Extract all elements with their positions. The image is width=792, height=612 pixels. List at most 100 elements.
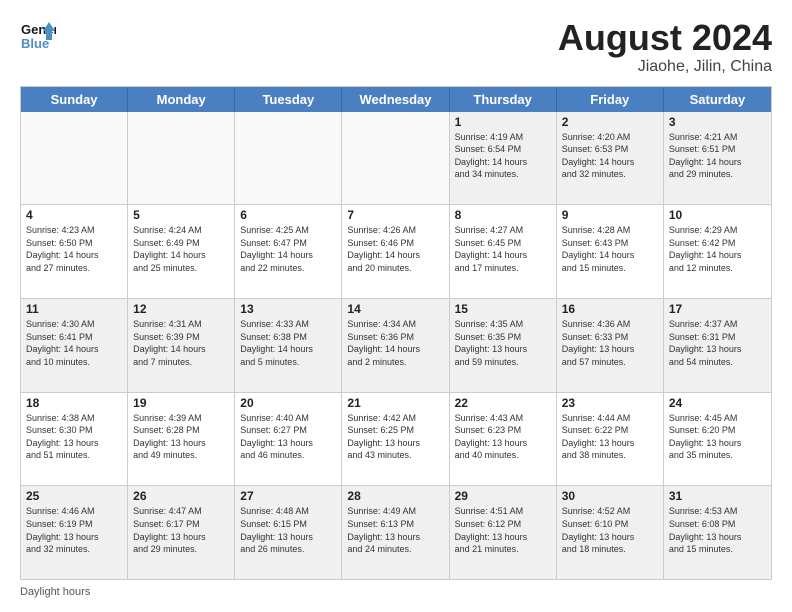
day-info: Sunrise: 4:35 AM Sunset: 6:35 PM Dayligh… xyxy=(455,318,551,368)
calendar-cell: 19 Sunrise: 4:39 AM Sunset: 6:28 PM Dayli… xyxy=(128,393,235,486)
day-info: Sunrise: 4:23 AM Sunset: 6:50 PM Dayligh… xyxy=(26,224,122,274)
calendar-cell xyxy=(128,112,235,205)
calendar-cell: 24 Sunrise: 4:45 AM Sunset: 6:20 PM Dayli… xyxy=(664,393,771,486)
day-number: 9 xyxy=(562,208,658,222)
day-info: Sunrise: 4:44 AM Sunset: 6:22 PM Dayligh… xyxy=(562,412,658,462)
day-number: 19 xyxy=(133,396,229,410)
cal-header-day: Saturday xyxy=(664,87,771,112)
daylight-label: Daylight hours xyxy=(20,586,90,598)
header: General Blue August 2024 Jiaohe, Jilin, … xyxy=(20,18,772,76)
calendar-cell: 6 Sunrise: 4:25 AM Sunset: 6:47 PM Daylig… xyxy=(235,205,342,298)
calendar-cell: 4 Sunrise: 4:23 AM Sunset: 6:50 PM Daylig… xyxy=(21,205,128,298)
day-number: 29 xyxy=(455,489,551,503)
day-number: 4 xyxy=(26,208,122,222)
day-number: 1 xyxy=(455,115,551,129)
day-number: 7 xyxy=(347,208,443,222)
day-info: Sunrise: 4:37 AM Sunset: 6:31 PM Dayligh… xyxy=(669,318,766,368)
calendar-cell: 27 Sunrise: 4:48 AM Sunset: 6:15 PM Dayli… xyxy=(235,486,342,579)
day-info: Sunrise: 4:19 AM Sunset: 6:54 PM Dayligh… xyxy=(455,131,551,181)
day-number: 22 xyxy=(455,396,551,410)
cal-header-day: Monday xyxy=(128,87,235,112)
day-number: 26 xyxy=(133,489,229,503)
day-number: 17 xyxy=(669,302,766,316)
calendar-cell: 17 Sunrise: 4:37 AM Sunset: 6:31 PM Dayli… xyxy=(664,299,771,392)
calendar-cell xyxy=(21,112,128,205)
calendar-cell: 30 Sunrise: 4:52 AM Sunset: 6:10 PM Dayli… xyxy=(557,486,664,579)
calendar-cell: 28Sunrise: 4:49 AM Sunset: 6:13 PM Dayli… xyxy=(342,486,449,579)
day-info: Sunrise: 4:31 AM Sunset: 6:39 PM Dayligh… xyxy=(133,318,229,368)
day-info: Sunrise: 4:47 AM Sunset: 6:17 PM Dayligh… xyxy=(133,505,229,555)
calendar-cell: 23 Sunrise: 4:44 AM Sunset: 6:22 PM Dayli… xyxy=(557,393,664,486)
calendar-cell: 5Sunrise: 4:24 AM Sunset: 6:49 PM Daylig… xyxy=(128,205,235,298)
logo: General Blue xyxy=(20,18,56,54)
day-number: 23 xyxy=(562,396,658,410)
logo-svg: General Blue xyxy=(20,18,56,54)
day-info: Sunrise: 4:27 AM Sunset: 6:45 PM Dayligh… xyxy=(455,224,551,274)
day-info: Sunrise: 4:48 AM Sunset: 6:15 PM Dayligh… xyxy=(240,505,336,555)
day-info: Sunrise: 4:38 AM Sunset: 6:30 PM Dayligh… xyxy=(26,412,122,462)
day-info: Sunrise: 4:33 AM Sunset: 6:38 PM Dayligh… xyxy=(240,318,336,368)
calendar-cell: 11 Sunrise: 4:30 AM Sunset: 6:41 PM Dayli… xyxy=(21,299,128,392)
cal-header-day: Thursday xyxy=(450,87,557,112)
calendar-cell: 16Sunrise: 4:36 AM Sunset: 6:33 PM Dayli… xyxy=(557,299,664,392)
day-info: Sunrise: 4:53 AM Sunset: 6:08 PM Dayligh… xyxy=(669,505,766,555)
page: General Blue August 2024 Jiaohe, Jilin, … xyxy=(0,0,792,612)
day-number: 21 xyxy=(347,396,443,410)
calendar-cell: 10Sunrise: 4:29 AM Sunset: 6:42 PM Dayli… xyxy=(664,205,771,298)
calendar-cell: 18 Sunrise: 4:38 AM Sunset: 6:30 PM Dayli… xyxy=(21,393,128,486)
calendar-cell: 13 Sunrise: 4:33 AM Sunset: 6:38 PM Dayli… xyxy=(235,299,342,392)
day-number: 6 xyxy=(240,208,336,222)
calendar-row: 11 Sunrise: 4:30 AM Sunset: 6:41 PM Dayli… xyxy=(21,298,771,392)
calendar-cell: 8 Sunrise: 4:27 AM Sunset: 6:45 PM Daylig… xyxy=(450,205,557,298)
day-number: 2 xyxy=(562,115,658,129)
day-info: Sunrise: 4:21 AM Sunset: 6:51 PM Dayligh… xyxy=(669,131,766,181)
day-info: Sunrise: 4:43 AM Sunset: 6:23 PM Dayligh… xyxy=(455,412,551,462)
day-info: Sunrise: 4:39 AM Sunset: 6:28 PM Dayligh… xyxy=(133,412,229,462)
day-info: Sunrise: 4:20 AM Sunset: 6:53 PM Dayligh… xyxy=(562,131,658,181)
svg-text:Blue: Blue xyxy=(21,36,49,51)
calendar-cell: 1 Sunrise: 4:19 AM Sunset: 6:54 PM Daylig… xyxy=(450,112,557,205)
calendar-cell: 15 Sunrise: 4:35 AM Sunset: 6:35 PM Dayli… xyxy=(450,299,557,392)
calendar-cell: 7 Sunrise: 4:26 AM Sunset: 6:46 PM Daylig… xyxy=(342,205,449,298)
day-number: 10 xyxy=(669,208,766,222)
day-info: Sunrise: 4:52 AM Sunset: 6:10 PM Dayligh… xyxy=(562,505,658,555)
calendar-cell: 2 Sunrise: 4:20 AM Sunset: 6:53 PM Daylig… xyxy=(557,112,664,205)
day-info: Sunrise: 4:28 AM Sunset: 6:43 PM Dayligh… xyxy=(562,224,658,274)
day-number: 12 xyxy=(133,302,229,316)
day-info: Sunrise: 4:30 AM Sunset: 6:41 PM Dayligh… xyxy=(26,318,122,368)
day-info: Sunrise: 4:45 AM Sunset: 6:20 PM Dayligh… xyxy=(669,412,766,462)
day-info: Sunrise: 4:46 AM Sunset: 6:19 PM Dayligh… xyxy=(26,505,122,555)
day-number: 18 xyxy=(26,396,122,410)
cal-header-day: Wednesday xyxy=(342,87,449,112)
calendar-cell: 3 Sunrise: 4:21 AM Sunset: 6:51 PM Daylig… xyxy=(664,112,771,205)
day-info: Sunrise: 4:25 AM Sunset: 6:47 PM Dayligh… xyxy=(240,224,336,274)
calendar-cell: 9 Sunrise: 4:28 AM Sunset: 6:43 PM Daylig… xyxy=(557,205,664,298)
day-info: Sunrise: 4:24 AM Sunset: 6:49 PM Dayligh… xyxy=(133,224,229,274)
day-number: 25 xyxy=(26,489,122,503)
day-number: 27 xyxy=(240,489,336,503)
calendar-cell: 14 Sunrise: 4:34 AM Sunset: 6:36 PM Dayli… xyxy=(342,299,449,392)
day-info: Sunrise: 4:34 AM Sunset: 6:36 PM Dayligh… xyxy=(347,318,443,368)
calendar-cell: 12 Sunrise: 4:31 AM Sunset: 6:39 PM Dayli… xyxy=(128,299,235,392)
calendar-cell: 26 Sunrise: 4:47 AM Sunset: 6:17 PM Dayli… xyxy=(128,486,235,579)
day-info: Sunrise: 4:51 AM Sunset: 6:12 PM Dayligh… xyxy=(455,505,551,555)
calendar-cell: 31Sunrise: 4:53 AM Sunset: 6:08 PM Dayli… xyxy=(664,486,771,579)
day-number: 3 xyxy=(669,115,766,129)
calendar-cell xyxy=(235,112,342,205)
calendar-row: 4 Sunrise: 4:23 AM Sunset: 6:50 PM Daylig… xyxy=(21,204,771,298)
calendar-header: SundayMondayTuesdayWednesdayThursdayFrid… xyxy=(21,87,771,112)
day-number: 8 xyxy=(455,208,551,222)
day-info: Sunrise: 4:40 AM Sunset: 6:27 PM Dayligh… xyxy=(240,412,336,462)
day-info: Sunrise: 4:26 AM Sunset: 6:46 PM Dayligh… xyxy=(347,224,443,274)
day-number: 11 xyxy=(26,302,122,316)
calendar-cell: 25 Sunrise: 4:46 AM Sunset: 6:19 PM Dayli… xyxy=(21,486,128,579)
calendar-cell xyxy=(342,112,449,205)
day-info: Sunrise: 4:49 AM Sunset: 6:13 PM Dayligh… xyxy=(347,505,443,555)
title-block: August 2024 Jiaohe, Jilin, China xyxy=(558,18,772,76)
day-info: Sunrise: 4:42 AM Sunset: 6:25 PM Dayligh… xyxy=(347,412,443,462)
day-number: 14 xyxy=(347,302,443,316)
day-number: 15 xyxy=(455,302,551,316)
day-number: 30 xyxy=(562,489,658,503)
day-number: 13 xyxy=(240,302,336,316)
day-number: 24 xyxy=(669,396,766,410)
